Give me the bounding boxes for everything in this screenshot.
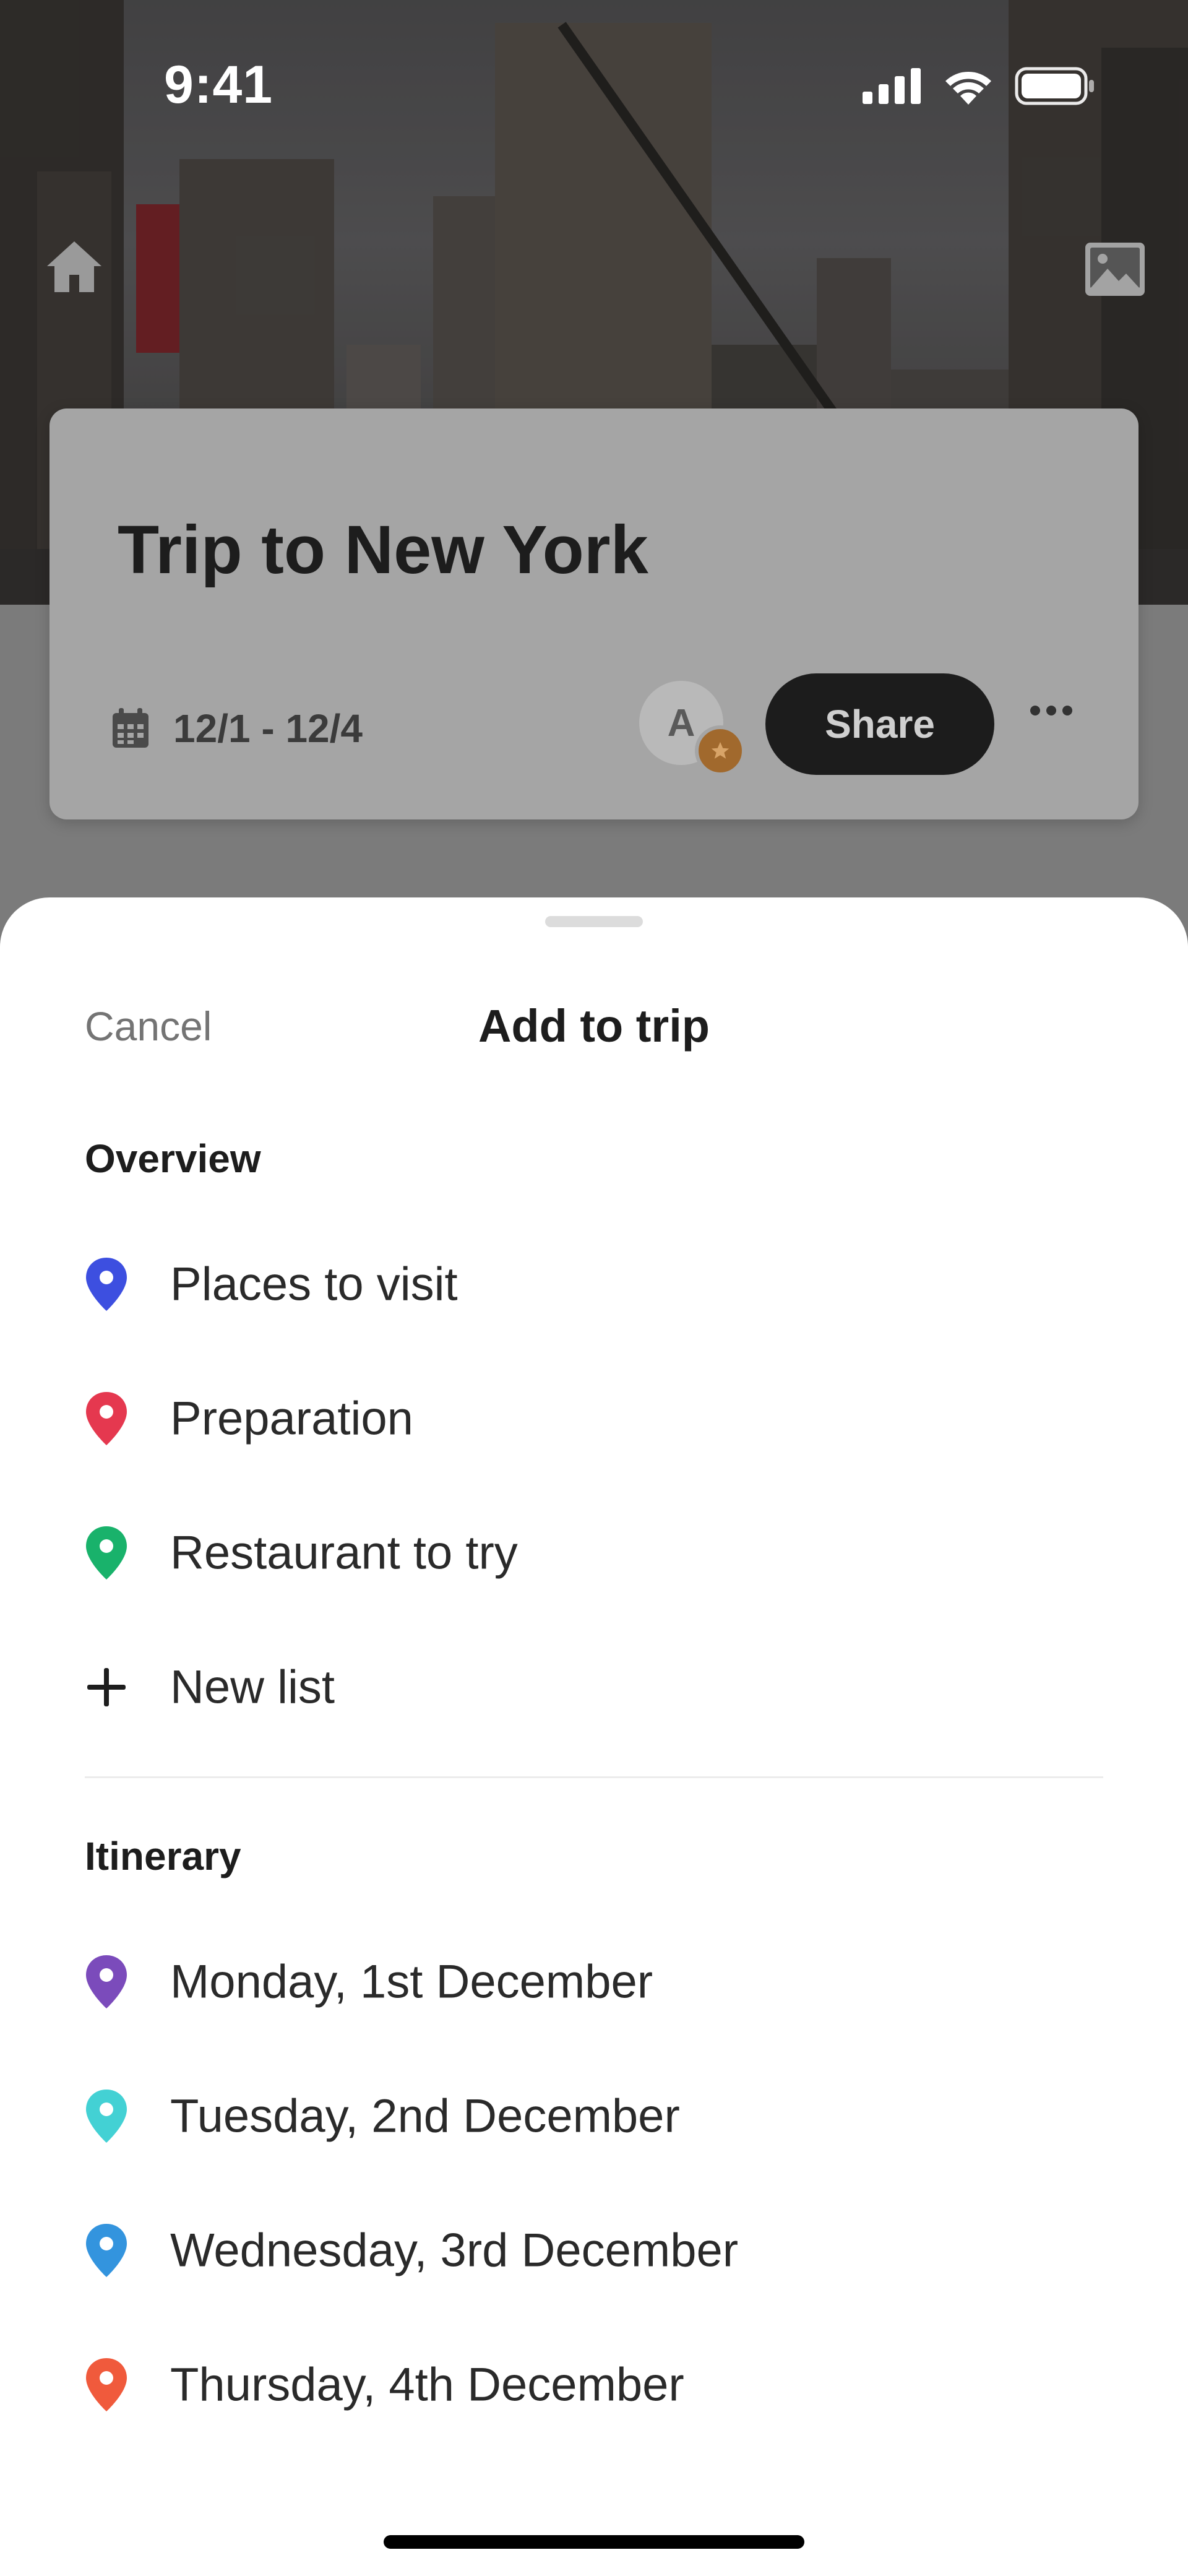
trip-date-range: 12/1 - 12/4 xyxy=(173,706,363,751)
map-pin-icon xyxy=(86,2090,127,2143)
map-pin-icon xyxy=(86,1258,127,1311)
map-pin-icon xyxy=(86,2224,127,2277)
section-divider xyxy=(85,1776,1103,1778)
cancel-button[interactable]: Cancel xyxy=(85,1003,212,1050)
new-list-label: New list xyxy=(170,1661,335,1714)
list-item-monday[interactable]: Monday, 1st December xyxy=(0,1920,1188,2044)
list-item-label: Thursday, 4th December xyxy=(170,2358,684,2411)
home-icon[interactable] xyxy=(43,235,105,297)
list-item-thursday[interactable]: Thursday, 4th December xyxy=(0,2323,1188,2447)
trip-dates[interactable]: 12/1 - 12/4 xyxy=(111,706,363,751)
sheet-grabber[interactable] xyxy=(545,916,643,927)
list-item-label: Monday, 1st December xyxy=(170,1955,653,2008)
battery-icon xyxy=(1015,67,1094,105)
list-item-label: Restaurant to try xyxy=(170,1526,518,1580)
list-item-places-to-visit[interactable]: Places to visit xyxy=(0,1222,1188,1346)
list-item-tuesday[interactable]: Tuesday, 2nd December xyxy=(0,2054,1188,2178)
list-item-label: Tuesday, 2nd December xyxy=(170,2090,680,2143)
overview-heading: Overview xyxy=(85,1136,261,1181)
cellular-signal-icon xyxy=(863,68,921,104)
map-pin-icon xyxy=(86,1955,127,2008)
list-item-restaurant-to-try[interactable]: Restaurant to try xyxy=(0,1491,1188,1615)
itinerary-heading: Itinerary xyxy=(85,1834,241,1878)
star-badge-icon xyxy=(695,725,746,776)
list-item-preparation[interactable]: Preparation xyxy=(0,1357,1188,1480)
trip-card[interactable]: Trip to New York 12/1 - 12/4 A Share xyxy=(50,408,1138,819)
list-item-label: Places to visit xyxy=(170,1258,458,1311)
trip-title: Trip to New York xyxy=(118,512,648,588)
map-pin-icon xyxy=(86,1392,127,1445)
list-item-label: Preparation xyxy=(170,1392,413,1445)
map-pin-icon xyxy=(86,1526,127,1580)
share-button[interactable]: Share xyxy=(765,673,994,775)
map-pin-icon xyxy=(86,2358,127,2411)
add-to-trip-sheet: Add to trip Cancel Overview Places to vi… xyxy=(0,897,1188,2576)
calendar-icon xyxy=(113,708,148,748)
status-icons xyxy=(863,67,1095,105)
more-options-icon[interactable] xyxy=(1030,706,1072,715)
new-list-button[interactable]: New list xyxy=(0,1625,1188,1749)
list-item-label: Wednesday, 3rd December xyxy=(170,2224,739,2277)
status-time: 9:41 xyxy=(164,55,273,115)
wifi-icon xyxy=(945,71,991,105)
list-item-wednesday[interactable]: Wednesday, 3rd December xyxy=(0,2189,1188,2312)
image-icon[interactable] xyxy=(1084,241,1146,297)
home-indicator[interactable] xyxy=(384,2535,804,2549)
plus-icon xyxy=(87,1668,126,1706)
